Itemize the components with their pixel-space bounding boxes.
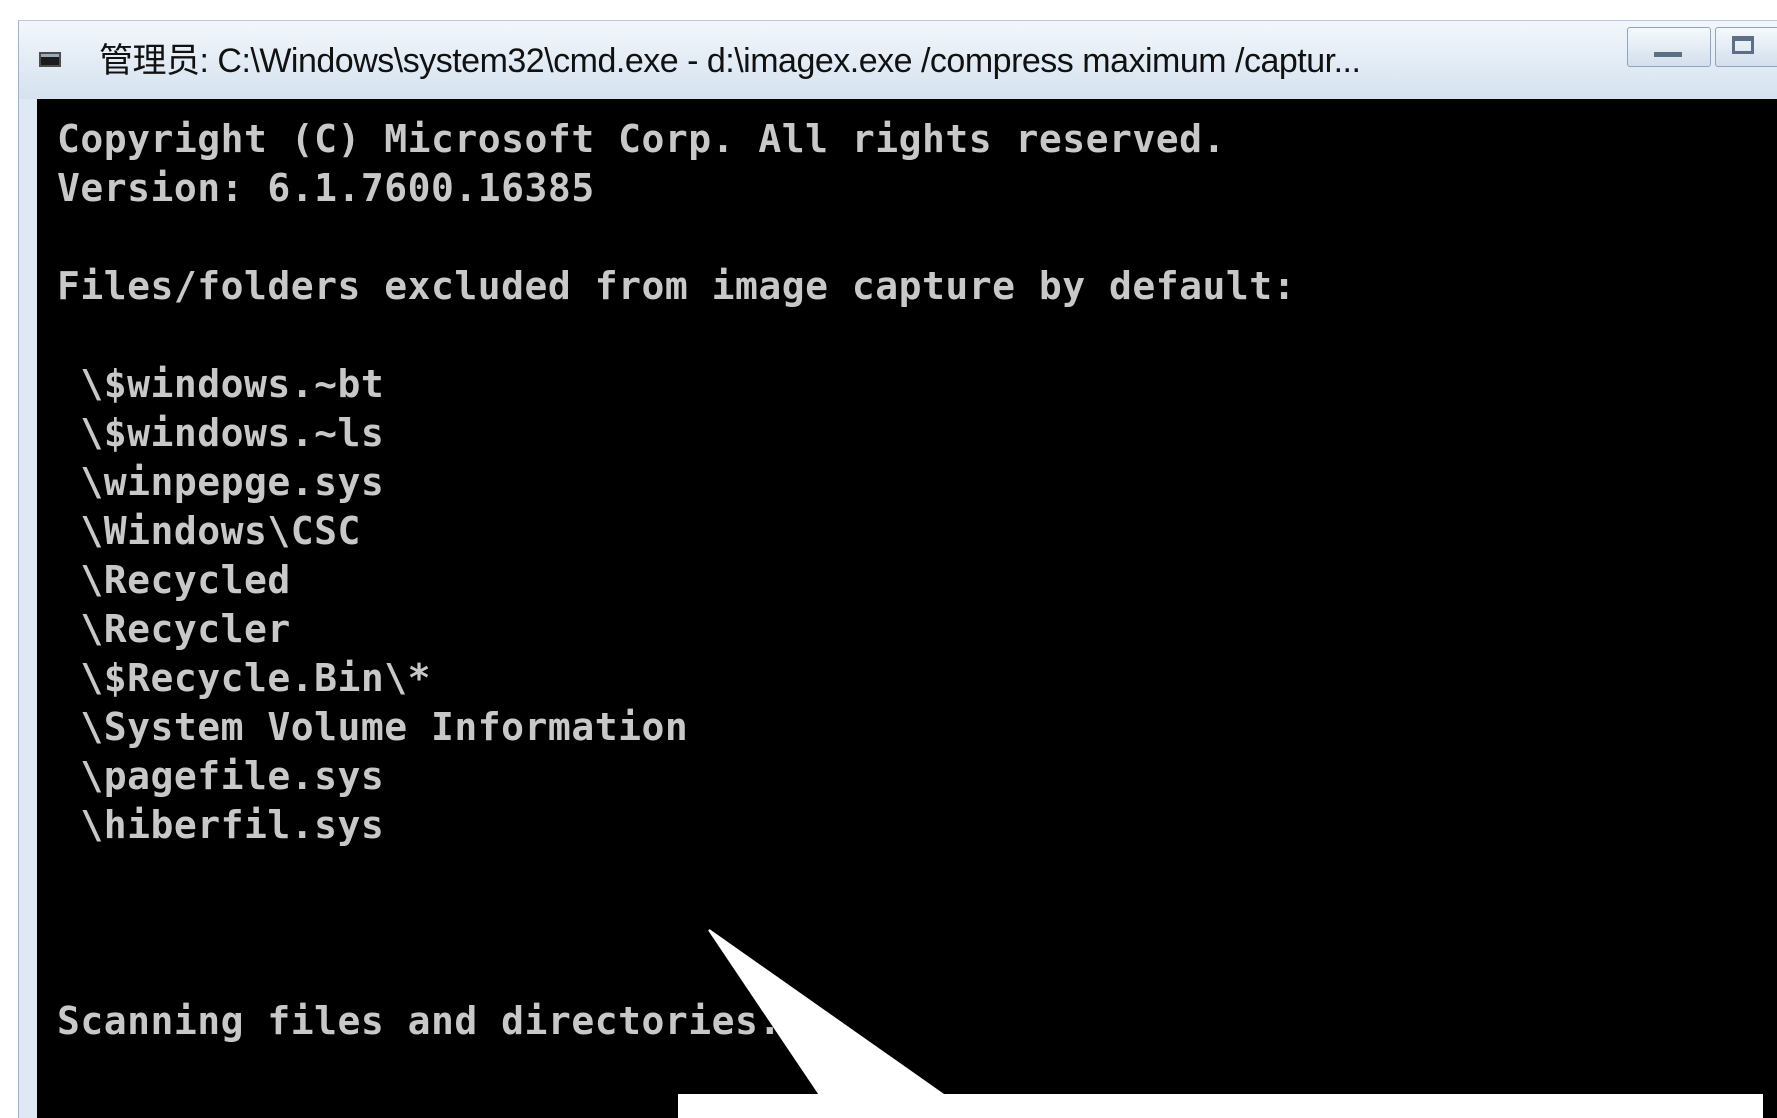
console-icon[interactable] (39, 52, 61, 67)
maximize-icon (1732, 36, 1754, 54)
screen: 管理员: C:\Windows\system32\cmd.exe - d:\im… (0, 0, 1777, 1118)
window-title: 管理员: C:\Windows\system32\cmd.exe - d:\im… (99, 42, 1361, 80)
console-line: \System Volume Information (57, 705, 689, 749)
console-output[interactable]: Copyright (C) Microsoft Corp. All rights… (37, 99, 1777, 1118)
console-line: Scanning files and directories... (57, 999, 829, 1043)
console-line: \winpepge.sys (57, 460, 385, 504)
console-line: \Recycled (57, 558, 291, 602)
caption-buttons (1627, 27, 1777, 71)
console-line: \$windows.~bt (57, 362, 385, 406)
console-line: \Recycler (57, 607, 291, 651)
console-line: Copyright (C) Microsoft Corp. All rights… (57, 117, 1226, 161)
cmd-window: 管理员: C:\Windows\system32\cmd.exe - d:\im… (18, 20, 1777, 1118)
console-line: \$Recycle.Bin\* (57, 656, 432, 700)
maximize-button[interactable] (1715, 27, 1777, 67)
console-line: \$windows.~ls (57, 411, 385, 455)
console-line: Files/folders excluded from image captur… (57, 264, 1297, 308)
console-lines: Copyright (C) Microsoft Corp. All rights… (57, 115, 1757, 1046)
console-line: \Windows\CSC (57, 509, 361, 553)
minimize-button[interactable] (1627, 27, 1711, 67)
console-line: \pagefile.sys (57, 754, 385, 798)
console-line: \hiberfil.sys (57, 803, 385, 847)
minimize-icon (1654, 52, 1682, 57)
console-line: Version: 6.1.7600.16385 (57, 166, 595, 210)
title-bar[interactable]: 管理员: C:\Windows\system32\cmd.exe - d:\im… (19, 21, 1777, 99)
